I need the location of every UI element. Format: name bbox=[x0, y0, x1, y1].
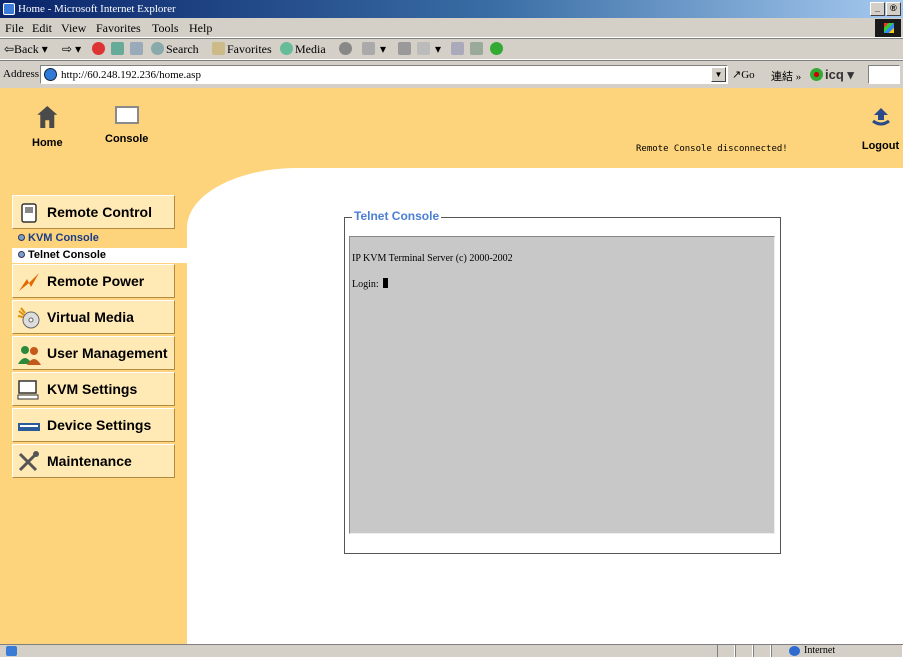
links-button[interactable]: 連結 » bbox=[771, 68, 801, 84]
internet-zone-icon bbox=[789, 646, 800, 656]
sidebar-item-remote-power[interactable]: Remote Power bbox=[12, 264, 175, 298]
go-button[interactable]: ↗Go bbox=[732, 68, 755, 81]
sidebar-item-kvm-settings[interactable]: KVM Settings bbox=[12, 372, 175, 406]
sidebar-subitem-telnet-console[interactable]: Telnet Console bbox=[12, 248, 187, 263]
menu-favorites[interactable]: Favorites bbox=[96, 21, 141, 36]
mail-icon[interactable]: ▾ bbox=[362, 42, 386, 57]
tools-icon bbox=[18, 451, 39, 472]
sidebar-subitem-kvm-console[interactable]: KVM Console bbox=[12, 231, 187, 246]
logout-icon bbox=[871, 108, 890, 126]
stop-icon[interactable] bbox=[92, 42, 107, 57]
toolbar: ⇦Back ▾ ⇨ ▾ Search Favorites Media ▾ ▾ bbox=[0, 38, 903, 60]
edit-icon[interactable]: ▾ bbox=[417, 42, 441, 57]
zone-label: Internet bbox=[804, 645, 836, 656]
status-panel bbox=[735, 645, 753, 657]
page-header: Home Console Remote Console disconnected… bbox=[0, 88, 903, 168]
print-icon[interactable] bbox=[398, 42, 413, 57]
minimize-button[interactable]: _ bbox=[870, 2, 885, 16]
media-icon bbox=[280, 42, 293, 55]
page-icon bbox=[44, 68, 57, 81]
address-bar: Address http://60.248.192.236/home.asp ▼… bbox=[0, 60, 903, 88]
sidebar-item-remote-control[interactable]: Remote Control bbox=[12, 195, 175, 229]
sidebar-item-label: Maintenance bbox=[47, 453, 132, 469]
terminal-prompt: Login: bbox=[352, 278, 388, 290]
icq-icon bbox=[810, 68, 823, 81]
back-button[interactable]: ⇦Back ▾ bbox=[4, 42, 48, 57]
console-nav[interactable]: Console bbox=[105, 106, 148, 145]
computer-icon bbox=[17, 380, 39, 400]
history-icon[interactable] bbox=[339, 42, 354, 57]
home-toolbar-icon[interactable] bbox=[130, 42, 145, 57]
bullet-icon bbox=[18, 234, 25, 241]
home-nav[interactable]: Home bbox=[32, 106, 63, 149]
bullet-icon bbox=[18, 251, 25, 258]
discuss-icon[interactable] bbox=[451, 42, 466, 57]
console-label: Console bbox=[105, 133, 149, 145]
status-bar: Internet bbox=[0, 644, 903, 657]
sidebar-item-user-management[interactable]: User Management bbox=[12, 336, 175, 370]
home-icon bbox=[37, 106, 58, 128]
console-status-message: Remote Console disconnected! bbox=[636, 144, 788, 154]
toolbar-search-input[interactable] bbox=[868, 65, 900, 84]
refresh-icon[interactable] bbox=[111, 42, 126, 57]
menu-help[interactable]: Help bbox=[189, 21, 212, 36]
sidebar-item-label: Remote Control bbox=[47, 204, 152, 220]
sidebar-item-label: User Management bbox=[47, 345, 168, 361]
users-icon bbox=[18, 346, 41, 365]
menu-edit[interactable]: Edit bbox=[32, 21, 52, 36]
login-prompt: Login: bbox=[352, 279, 379, 290]
messenger-icon[interactable] bbox=[470, 42, 485, 57]
title-bar: Home - Microsoft Internet Explorer _ ® bbox=[0, 0, 903, 18]
telnet-terminal[interactable]: IP KVM Terminal Server (c) 2000-2002 Log… bbox=[349, 236, 775, 534]
remote-control-icon bbox=[21, 203, 37, 223]
console-icon bbox=[114, 106, 139, 124]
cursor-icon bbox=[382, 278, 388, 288]
page-status-icon bbox=[6, 646, 17, 656]
ie-page-icon bbox=[3, 3, 15, 15]
status-panel bbox=[717, 645, 735, 657]
home-label: Home bbox=[32, 137, 63, 149]
restore-button[interactable]: ® bbox=[886, 2, 901, 16]
sidebar-item-label: Virtual Media bbox=[47, 309, 134, 325]
address-input[interactable]: http://60.248.192.236/home.asp ▼ bbox=[40, 65, 728, 84]
favorites-icon bbox=[212, 42, 225, 55]
sidebar-item-label: Device Settings bbox=[47, 417, 152, 433]
logout-label: Logout bbox=[861, 140, 900, 152]
status-panel bbox=[753, 645, 771, 657]
forward-button[interactable]: ⇨ ▾ bbox=[62, 42, 81, 57]
telnet-console-legend: Telnet Console bbox=[352, 209, 442, 223]
address-value: http://60.248.192.236/home.asp bbox=[61, 69, 201, 81]
window-title: Home - Microsoft Internet Explorer bbox=[18, 3, 176, 15]
icq-toolbar-icon[interactable] bbox=[490, 42, 505, 57]
lightning-icon bbox=[19, 273, 39, 291]
favorites-button[interactable]: Favorites bbox=[212, 42, 272, 57]
sidebar-item-maintenance[interactable]: Maintenance bbox=[12, 444, 175, 478]
logout-nav[interactable]: Logout bbox=[858, 106, 903, 152]
sidebar-item-virtual-media[interactable]: Virtual Media bbox=[12, 300, 175, 334]
search-icon bbox=[151, 42, 164, 55]
address-label: Address bbox=[3, 68, 40, 80]
sidebar-item-label: KVM Settings bbox=[47, 381, 138, 397]
menu-file[interactable]: File bbox=[5, 21, 24, 36]
browser-window: Home - Microsoft Internet Explorer _ ® F… bbox=[0, 0, 903, 657]
sidebar-item-device-settings[interactable]: Device Settings bbox=[12, 408, 175, 442]
icq-button[interactable]: icq ▾ bbox=[810, 67, 854, 83]
cd-icon bbox=[17, 307, 40, 329]
terminal-banner: IP KVM Terminal Server (c) 2000-2002 bbox=[352, 253, 513, 264]
content-curve bbox=[187, 168, 407, 288]
media-button[interactable]: Media bbox=[280, 42, 326, 57]
sidebar-item-label: Remote Power bbox=[47, 273, 145, 289]
address-dropdown-icon[interactable]: ▼ bbox=[711, 67, 726, 82]
menu-tools[interactable]: Tools bbox=[152, 21, 179, 36]
menu-view[interactable]: View bbox=[61, 21, 86, 36]
menu-bar: File Edit View Favorites Tools Help bbox=[0, 18, 903, 38]
search-button[interactable]: Search bbox=[151, 42, 199, 57]
page-viewport: Home Console Remote Console disconnected… bbox=[0, 88, 903, 644]
windows-logo-icon bbox=[875, 19, 901, 37]
device-icon bbox=[18, 423, 40, 431]
